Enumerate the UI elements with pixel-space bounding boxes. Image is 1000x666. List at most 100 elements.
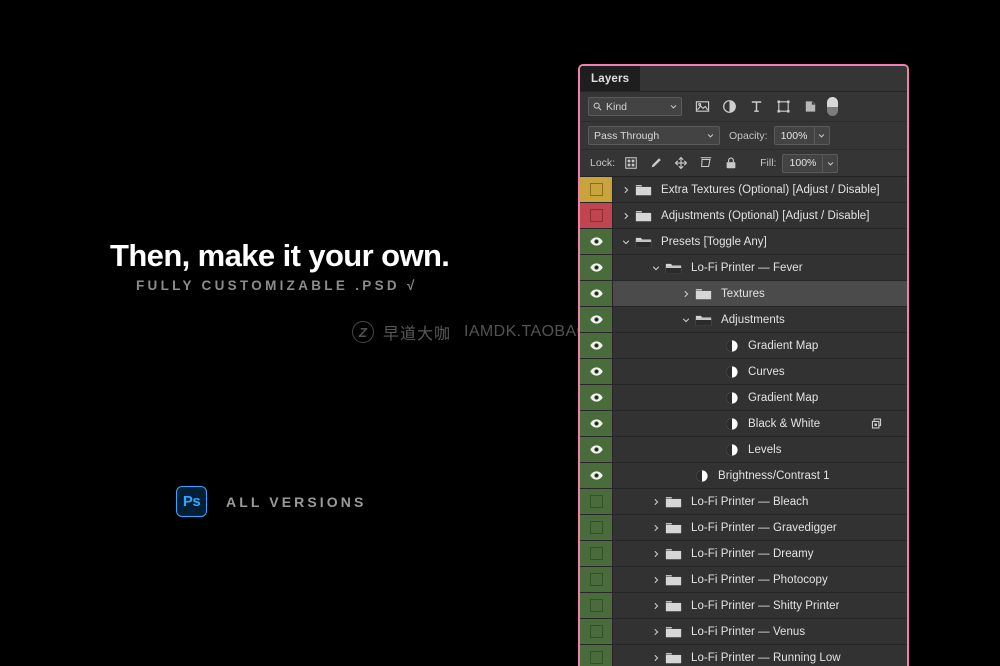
layer-row[interactable]: Lo-Fi Printer — Venus — [580, 619, 907, 645]
lock-artboard-nesting-icon[interactable] — [699, 156, 713, 170]
layer-visibility-toggle[interactable] — [580, 203, 613, 228]
filter-kind-select[interactable]: Kind — [588, 97, 682, 116]
layer-row-body: Lo-Fi Printer — Bleach — [613, 489, 907, 514]
chevron-down-icon[interactable] — [682, 316, 690, 324]
layer-row-body: Brightness/Contrast 1 — [613, 463, 907, 488]
layer-thumbnail — [631, 209, 652, 223]
layer-name: Textures — [721, 287, 765, 300]
folder-closed-icon — [665, 652, 682, 663]
layer-visibility-toggle[interactable] — [580, 359, 613, 384]
shape-layer-filter-icon[interactable] — [776, 99, 791, 114]
layer-effects-badge[interactable] — [870, 417, 895, 430]
layer-row[interactable]: Presets [Toggle Any] — [580, 229, 907, 255]
visibility-off-box — [589, 599, 603, 612]
folder-closed-icon — [695, 288, 712, 299]
layer-visibility-toggle[interactable] — [580, 567, 613, 592]
layer-row[interactable]: Lo-Fi Printer — Fever — [580, 255, 907, 281]
layer-disclosure-toggle[interactable] — [650, 498, 661, 506]
chevron-right-icon[interactable] — [652, 602, 660, 610]
fill-input[interactable]: 100% — [782, 153, 823, 173]
layer-row[interactable]: Textures — [580, 281, 907, 307]
layer-visibility-toggle[interactable] — [580, 437, 613, 462]
layer-row[interactable]: Lo-Fi Printer — Gravedigger — [580, 515, 907, 541]
type-layer-filter-icon[interactable] — [749, 99, 764, 114]
chevron-right-icon[interactable] — [652, 550, 660, 558]
lock-position-icon[interactable] — [674, 156, 688, 170]
layer-disclosure-toggle[interactable] — [650, 654, 661, 662]
chevron-down-icon[interactable] — [652, 264, 660, 272]
layer-visibility-toggle[interactable] — [580, 281, 613, 306]
layer-row[interactable]: Lo-Fi Printer — Shitty Printer — [580, 593, 907, 619]
chevron-right-icon[interactable] — [652, 498, 660, 506]
layer-visibility-toggle[interactable] — [580, 177, 613, 202]
layer-disclosure-toggle[interactable] — [680, 290, 691, 298]
chevron-right-icon[interactable] — [652, 628, 660, 636]
layer-name: Gradient Map — [748, 339, 819, 352]
chevron-right-icon[interactable] — [652, 524, 660, 532]
layer-row[interactable]: Levels — [580, 437, 907, 463]
chevron-right-icon[interactable] — [682, 290, 690, 298]
layer-visibility-toggle[interactable] — [580, 385, 613, 410]
layer-disclosure-toggle[interactable] — [650, 628, 661, 636]
layer-row[interactable]: Extra Textures (Optional) [Adjust / Disa… — [580, 177, 907, 203]
layer-visibility-toggle[interactable] — [580, 645, 613, 666]
layer-row-body: Gradient Map — [613, 385, 907, 410]
layer-row[interactable]: Lo-Fi Printer — Running Low — [580, 645, 907, 666]
lock-transparent-pixels-icon[interactable] — [624, 156, 638, 170]
layer-visibility-toggle[interactable] — [580, 229, 613, 254]
layer-disclosure-toggle[interactable] — [650, 524, 661, 532]
layer-visibility-toggle[interactable] — [580, 255, 613, 280]
layer-visibility-toggle[interactable] — [580, 411, 613, 436]
layer-visibility-toggle[interactable] — [580, 489, 613, 514]
blend-mode-select[interactable]: Pass Through — [588, 126, 720, 145]
chevron-right-icon[interactable] — [622, 186, 630, 194]
adjustment-layer-filter-icon[interactable] — [722, 99, 737, 114]
tab-layers[interactable]: Layers — [580, 66, 641, 91]
layer-disclosure-toggle[interactable] — [650, 264, 661, 272]
layer-disclosure-toggle[interactable] — [650, 576, 661, 584]
opacity-stepper[interactable] — [813, 126, 830, 145]
visibility-off-box — [589, 183, 603, 196]
layer-row[interactable]: Black & White — [580, 411, 907, 437]
filter-enable-toggle[interactable] — [827, 97, 838, 116]
layer-disclosure-toggle[interactable] — [620, 186, 631, 194]
layer-disclosure-toggle[interactable] — [620, 212, 631, 220]
layer-row[interactable]: Gradient Map — [580, 333, 907, 359]
opacity-input[interactable]: 100% — [773, 126, 814, 145]
layer-disclosure-toggle[interactable] — [650, 602, 661, 610]
layer-visibility-toggle[interactable] — [580, 307, 613, 332]
layer-disclosure-toggle[interactable] — [650, 550, 661, 558]
layer-visibility-toggle[interactable] — [580, 541, 613, 566]
pixel-layer-filter-icon[interactable] — [695, 99, 710, 114]
layer-thumbnail — [661, 547, 682, 561]
layer-row[interactable]: Lo-Fi Printer — Photocopy — [580, 567, 907, 593]
layer-visibility-toggle[interactable] — [580, 333, 613, 358]
layer-row[interactable]: Adjustments — [580, 307, 907, 333]
layer-row[interactable]: Lo-Fi Printer — Bleach — [580, 489, 907, 515]
layer-thumbnail — [721, 339, 739, 353]
layer-row[interactable]: Gradient Map — [580, 385, 907, 411]
chevron-right-icon[interactable] — [622, 212, 630, 220]
chevron-right-icon[interactable] — [652, 654, 660, 662]
layer-visibility-toggle[interactable] — [580, 463, 613, 488]
chevron-right-icon[interactable] — [652, 576, 660, 584]
layer-row[interactable]: Lo-Fi Printer — Dreamy — [580, 541, 907, 567]
chevron-down-icon[interactable] — [622, 238, 630, 246]
smart-object-filter-icon[interactable] — [803, 99, 818, 114]
layer-visibility-toggle[interactable] — [580, 619, 613, 644]
layer-disclosure-toggle[interactable] — [680, 316, 691, 324]
layer-disclosure-toggle[interactable] — [620, 238, 631, 246]
panel-tab-bar: Layers — [580, 66, 907, 92]
layer-row[interactable]: Brightness/Contrast 1 — [580, 463, 907, 489]
layer-visibility-toggle[interactable] — [580, 515, 613, 540]
eye-icon — [589, 341, 603, 350]
layer-visibility-toggle[interactable] — [580, 593, 613, 618]
fill-stepper[interactable] — [822, 153, 839, 173]
layer-thumbnail — [721, 391, 739, 405]
eye-icon — [589, 315, 603, 324]
layer-row[interactable]: Curves — [580, 359, 907, 385]
layer-row[interactable]: Adjustments (Optional) [Adjust / Disable… — [580, 203, 907, 229]
lock-all-icon[interactable] — [724, 156, 738, 170]
lock-image-pixels-icon[interactable] — [649, 156, 663, 170]
layer-row-body: Lo-Fi Printer — Dreamy — [613, 541, 907, 566]
